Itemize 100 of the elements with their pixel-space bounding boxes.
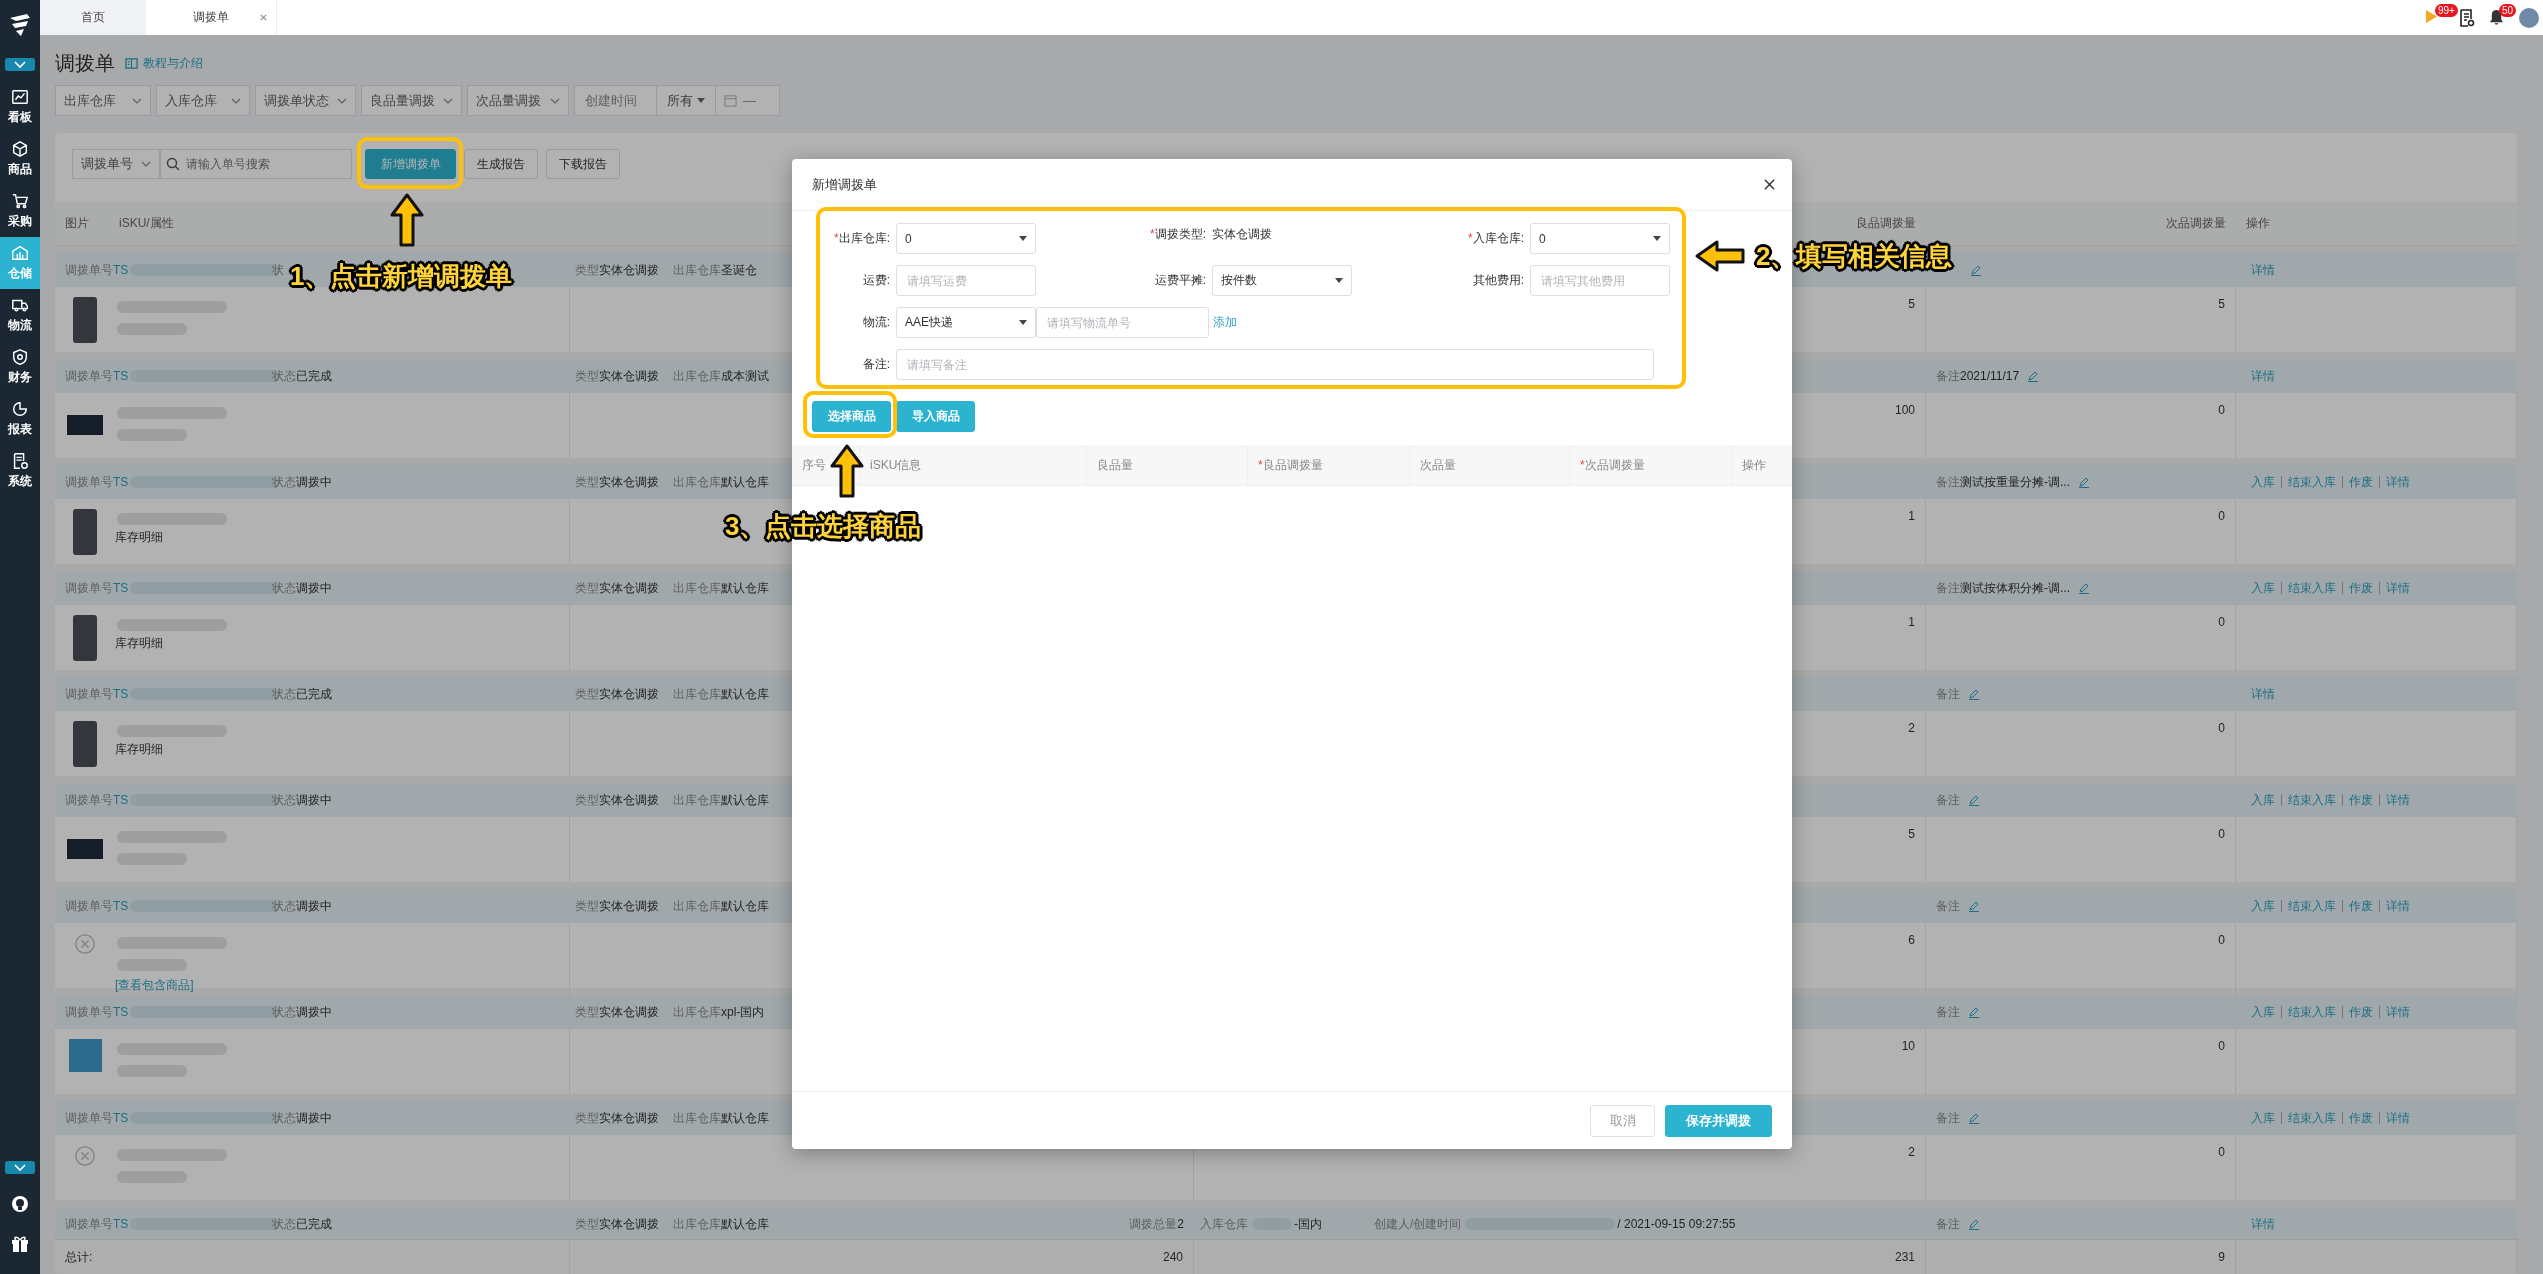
table-cell: 6 [1908, 933, 1915, 947]
action-link[interactable]: 作废 [2349, 897, 2373, 915]
sidebar-item[interactable]: 看板 [0, 81, 40, 133]
action-link[interactable]: 作废 [2349, 579, 2373, 597]
action-link[interactable]: 作废 [2349, 1109, 2373, 1127]
order-number[interactable]: 调拨单号TS [65, 897, 129, 915]
calendar-icon [724, 94, 737, 107]
toolbar-button[interactable]: 新增调拨单 [365, 149, 456, 179]
input-field[interactable]: 请填写备注 [896, 349, 1654, 380]
sidebar-item[interactable]: 商品 [0, 133, 40, 185]
filter-select[interactable]: 调拨单状态 [255, 85, 356, 116]
gift-icon[interactable] [10, 1234, 30, 1254]
input-field[interactable]: 请填写其他费用 [1530, 265, 1670, 296]
sidebar-item[interactable]: 财务 [0, 341, 40, 393]
order-number[interactable]: 调拨单号TS [65, 1003, 129, 1021]
action-link[interactable]: 作废 [2349, 473, 2373, 491]
pencil-icon[interactable] [2078, 476, 2090, 488]
pencil-icon[interactable] [1968, 1112, 1980, 1124]
action-link[interactable]: 作废 [2349, 1003, 2373, 1021]
expand-button[interactable] [5, 1161, 35, 1174]
pencil-icon[interactable] [2027, 370, 2040, 382]
select-field[interactable]: AAE快递 [896, 307, 1036, 338]
order-number[interactable]: 调拨单号TS [65, 473, 129, 491]
action-link[interactable]: 结束入库 [2288, 1109, 2336, 1127]
filter-select[interactable]: 出库仓库 [55, 85, 151, 116]
column-header: 操作 [2246, 215, 2270, 232]
pencil-icon[interactable] [2078, 582, 2090, 594]
sidebar-item[interactable]: 采购 [0, 185, 40, 237]
order-number[interactable]: 调拨单号TS [65, 1109, 129, 1127]
action-link[interactable]: 入库 [2251, 473, 2275, 491]
sidebar-item[interactable]: 报表 [0, 393, 40, 445]
headset-icon[interactable] [10, 1194, 30, 1214]
date-picker[interactable]: — [716, 86, 779, 115]
action-link[interactable]: 入库 [2251, 1109, 2275, 1127]
pencil-icon[interactable] [1968, 794, 1980, 806]
search-field-select[interactable]: 调拨单号 [72, 149, 160, 179]
action-link[interactable]: 结束入库 [2288, 473, 2336, 491]
sidebar-item[interactable]: 物流 [0, 289, 40, 341]
action-link[interactable]: 入库 [2251, 791, 2275, 809]
toolbar-button[interactable]: 下载报告 [546, 149, 620, 179]
add-link[interactable]: 添加 [1213, 314, 1237, 331]
avatar[interactable] [2519, 7, 2539, 28]
action-link[interactable]: 详情 [2251, 261, 2275, 279]
select-field[interactable]: 按件数 [1212, 265, 1352, 296]
action-link[interactable]: 详情 [2386, 473, 2410, 491]
tutorial-link[interactable]: 教程与介绍 [143, 54, 203, 72]
order-number[interactable]: 调拨单号TS [65, 579, 129, 597]
order-number[interactable]: 调拨单号TS [65, 261, 129, 279]
dialog-button[interactable]: 导入商品 [896, 401, 975, 432]
close-icon[interactable] [1763, 178, 1776, 191]
action-link[interactable]: 详情 [2386, 791, 2410, 809]
expand-button[interactable] [5, 58, 35, 71]
action-link[interactable]: 结束入库 [2288, 1003, 2336, 1021]
flag-icon[interactable] [2425, 8, 2438, 24]
page-tab[interactable]: 首页 [40, 0, 146, 35]
action-link[interactable]: 入库 [2251, 897, 2275, 915]
select-field[interactable]: 0 [1530, 223, 1670, 254]
order-number[interactable]: 调拨单号TS [65, 685, 129, 703]
order-number[interactable]: 调拨单号TS [65, 791, 129, 809]
action-link[interactable]: 详情 [2251, 1215, 2275, 1233]
action-link[interactable]: 结束入库 [2288, 897, 2336, 915]
filter-select[interactable]: 入库仓库 [156, 85, 250, 116]
search-field[interactable]: 请输入单号搜索 [160, 149, 352, 179]
order-number[interactable]: 调拨单号TS [65, 367, 129, 385]
select-field[interactable]: 0 [896, 223, 1036, 254]
action-link[interactable]: 详情 [2386, 897, 2410, 915]
document-icon[interactable] [2459, 8, 2475, 27]
sidebar-item[interactable]: 系统 [0, 445, 40, 497]
action-link[interactable]: 详情 [2251, 367, 2275, 385]
action-link[interactable]: 结束入库 [2288, 791, 2336, 809]
dialog-button[interactable]: 取消 [1590, 1104, 1655, 1137]
remark: 备注 [1936, 897, 1960, 915]
filter-select[interactable]: 次品量调拨 [467, 85, 569, 116]
action-link[interactable]: 详情 [2386, 1003, 2410, 1021]
pencil-icon[interactable] [1968, 1006, 1980, 1018]
bell-icon[interactable] [2489, 8, 2504, 26]
range-select[interactable]: 所有 [657, 86, 716, 115]
dialog-button[interactable]: 保存并调拨 [1665, 1104, 1772, 1137]
pencil-icon[interactable] [1968, 1218, 1980, 1230]
photo-placeholder [73, 615, 97, 661]
action-link[interactable]: 入库 [2251, 579, 2275, 597]
action-link[interactable]: 详情 [2386, 579, 2410, 597]
input-field[interactable]: 请填写物流单号 [1036, 307, 1209, 338]
dialog-button[interactable]: 选择商品 [812, 401, 891, 432]
input-field[interactable]: 请填写运费 [896, 265, 1036, 296]
remark: 备注测试按体积分摊-调... [1936, 579, 2070, 597]
sidebar-item[interactable]: 仓储 [0, 237, 40, 289]
action-link[interactable]: 结束入库 [2288, 579, 2336, 597]
source-warehouse: 出库仓库默认仓库 [673, 1215, 769, 1233]
pencil-icon[interactable] [1968, 688, 1980, 700]
action-link[interactable]: 作废 [2349, 791, 2373, 809]
action-link[interactable]: 详情 [2386, 1109, 2410, 1127]
filter-select[interactable]: 良品量调拨 [361, 85, 462, 116]
pencil-icon[interactable] [1968, 900, 1980, 912]
contents-link[interactable]: [查看包含商品] [115, 977, 194, 994]
pencil-icon[interactable] [1970, 264, 1982, 276]
order-number[interactable]: 调拨单号TS [65, 1215, 129, 1233]
action-link[interactable]: 入库 [2251, 1003, 2275, 1021]
action-link[interactable]: 详情 [2251, 685, 2275, 703]
toolbar-button[interactable]: 生成报告 [464, 149, 538, 179]
